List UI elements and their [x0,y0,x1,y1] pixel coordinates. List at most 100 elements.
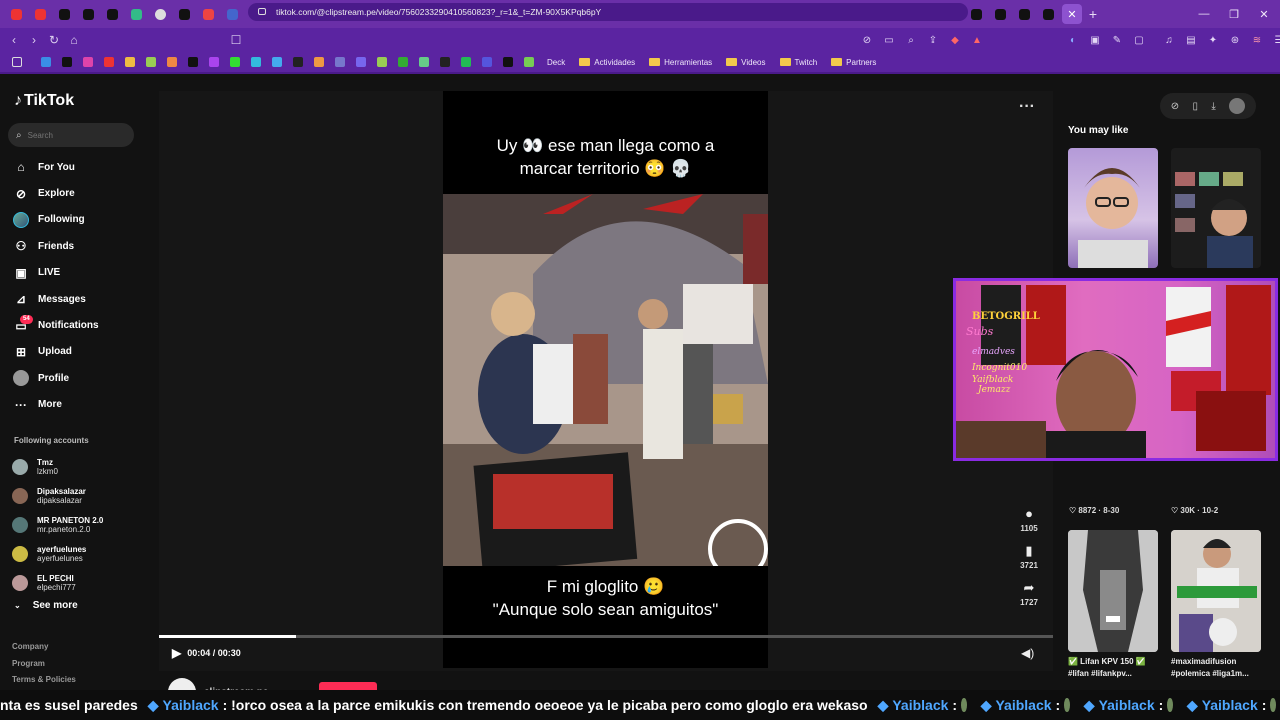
tab-x[interactable] [76,0,100,28]
bookmark-favicon[interactable] [329,51,350,73]
see-more-button[interactable]: ⌄ See more [14,600,78,611]
bookmark-favicon[interactable] [455,51,476,73]
download-icon[interactable]: ⤓ [1211,101,1215,112]
share-button[interactable]: ➦ 1727 [1012,580,1046,607]
user-avatar[interactable] [1229,98,1246,114]
bookmark-favicon[interactable] [98,51,119,73]
extension-icon[interactable]: ▢ [1128,28,1150,52]
new-tab-icon[interactable]: + [1082,6,1104,22]
bookmark-favicon[interactable] [434,51,455,73]
brave-icon[interactable]: ≋ [1246,28,1268,52]
window-close-icon[interactable]: ✕ [1249,0,1279,28]
more-options-icon[interactable]: ··· [1019,98,1035,116]
nav-following[interactable]: Following [12,207,99,233]
play-icon[interactable]: ▶ [172,646,181,660]
tab-x[interactable] [100,0,124,28]
bookmark-favicon[interactable] [182,51,203,73]
reload-icon[interactable]: ↻ [44,28,64,52]
bookmark-favicon[interactable] [287,51,308,73]
tab-tiktok[interactable] [988,0,1012,28]
footer-link-program[interactable]: Program [12,656,76,673]
screen-icon[interactable]: ▭ [878,28,900,52]
extension-icon[interactable]: ◐ [1062,28,1084,52]
tiktok-logo[interactable]: ♪ TikTok [14,92,74,110]
bookmark-favicon[interactable] [245,51,266,73]
share-icon[interactable]: ⇪ [922,28,944,52]
video-player[interactable]: Uy 👀 ese man llega como a marcar territo… [443,91,768,668]
bookmark-favicon[interactable] [119,51,140,73]
search-input[interactable] [27,130,118,140]
nav-live[interactable]: ▣ LIVE [12,260,99,286]
url-field[interactable]: tiktok.com/@clipstream.pe/video/75602332… [248,3,968,21]
bookmark-favicon[interactable] [392,51,413,73]
tab-tiktok[interactable] [1012,0,1036,28]
tab-maps[interactable] [124,0,148,28]
volume-icon[interactable]: ◀) [1021,646,1034,660]
tab-tiktok[interactable] [172,0,196,28]
account-item[interactable]: MR PANETON 2.0 mr.paneton.2.0 [12,510,103,539]
footer-link-terms[interactable]: Terms & Policies [12,672,76,689]
nav-more[interactable]: ··· More [12,392,99,418]
suggested-video-thumb[interactable] [1171,530,1261,652]
music-icon[interactable]: ♫ [1158,28,1180,52]
bookmark-favicon[interactable] [350,51,371,73]
account-item[interactable]: Tmz lzkm0 [12,452,103,481]
tab-tiktok[interactable] [1036,0,1060,28]
suggested-video-thumb[interactable] [1171,148,1261,268]
nav-for-you[interactable]: ⌂ For You [12,154,99,180]
search-box[interactable]: ⌕ [8,123,134,147]
extension-icon[interactable]: ✎ [1106,28,1128,52]
bookmark-icon[interactable]: ☐ [226,28,246,52]
tab-youtube[interactable] [4,0,28,28]
puzzle-icon[interactable]: ✦ [1202,28,1224,52]
bookmark-favicon[interactable] [161,51,182,73]
nav-explore[interactable]: ⊘ Explore [12,180,99,206]
cast-icon[interactable]: ⊘ [856,28,878,52]
bookmark-favicon[interactable] [497,51,518,73]
bookmark-deck[interactable]: Deck [547,58,565,67]
suggested-video-title[interactable]: ✅ Lifan KPV 150 ✅ #lifan #lifankpv... [1068,656,1158,680]
bookmark-folder-videos[interactable]: Videos [726,58,766,67]
bookmark-favicon[interactable] [266,51,287,73]
maximize-icon[interactable]: ❐ [1219,0,1249,28]
bookmark-favicon[interactable] [140,51,161,73]
zoom-icon[interactable]: ⌕ [900,28,922,52]
bookmark-favicon[interactable] [413,51,434,73]
bookmark-favicon[interactable] [308,51,329,73]
extension-icon[interactable]: ▣ [1084,28,1106,52]
nav-messages[interactable]: ⊿ Messages [12,286,99,312]
footer-link-company[interactable]: Company [12,639,76,656]
tab-app[interactable] [220,0,244,28]
menu-icon[interactable]: ☰ [1268,28,1280,52]
video-progress-bar[interactable] [159,635,1053,638]
suggested-video-thumb[interactable] [1068,148,1158,268]
minimize-icon[interactable]: — [1189,0,1219,28]
device-icon[interactable]: ▯ [1193,101,1199,112]
tab-x[interactable] [52,0,76,28]
suggested-video-title[interactable]: #maximadifusion #polemica #liga1m... [1171,656,1261,680]
bookmark-favicon[interactable] [224,51,245,73]
nav-profile[interactable]: Profile [12,365,99,391]
bookmark-folder-herramientas[interactable]: Herramientas [649,58,712,67]
bookmark-folder-actividades[interactable]: Actividades [579,58,635,67]
bookmark-favicon[interactable] [518,51,539,73]
nav-friends[interactable]: ⚇ Friends [12,233,99,259]
comment-button[interactable]: ● 1105 [1012,506,1046,533]
account-item[interactable]: ayerfuelunes ayerfuelunes [12,539,103,568]
site-info-icon[interactable] [258,8,266,15]
shield-icon[interactable]: ◆ [944,28,966,52]
account-item[interactable]: Dipaksalazar dipaksalazar [12,481,103,510]
back-icon[interactable]: ‹ [4,28,24,52]
tab-close-icon[interactable]: ✕ [1062,4,1082,24]
bookmark-favicon[interactable] [476,51,497,73]
bookmark-favicon[interactable] [35,51,56,73]
bookmark-favicon[interactable] [371,51,392,73]
bookmark-folder-partners[interactable]: Partners [831,58,876,67]
coins-icon[interactable]: ⊘ [1171,101,1179,112]
bookmark-favicon[interactable] [77,51,98,73]
tab-app[interactable] [196,0,220,28]
bookmark-favicon[interactable] [203,51,224,73]
tab-youtube[interactable] [28,0,52,28]
nav-upload[interactable]: ⊞ Upload [12,339,99,365]
tab-chrome[interactable] [148,0,172,28]
